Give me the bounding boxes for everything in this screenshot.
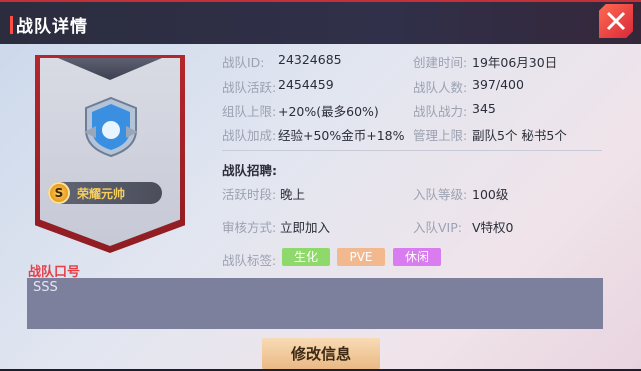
title-accent [10, 16, 13, 34]
close-icon [606, 11, 626, 31]
active-time-label: 活跃时段: [222, 187, 277, 202]
tag-badge: 生化 [282, 248, 330, 266]
join-level-label: 入队等级: [413, 187, 468, 202]
tag-badge: 休闲 [393, 248, 441, 266]
created-value: 19年06月30日 [472, 55, 558, 70]
approval-value: 立即加入 [280, 220, 331, 235]
members-value: 397/400 [472, 77, 524, 92]
rank-coin-icon: S [48, 182, 70, 204]
close-button[interactable] [599, 4, 633, 38]
motto-text: SSS [33, 280, 58, 295]
tags-label: 战队标签: [222, 253, 277, 268]
cap-value: +20%(最多60%) [278, 104, 379, 119]
page-title: 战队详情 [16, 17, 88, 37]
title-bar: 战队详情 [0, 0, 641, 44]
join-level-value: 100级 [472, 187, 509, 202]
rank-badge-icon [84, 96, 138, 158]
activity-label: 战队活跃: [222, 80, 277, 95]
rank-label: 荣耀元帅 [77, 187, 126, 201]
tag-badge: PVE [337, 248, 385, 266]
created-label: 创建时间: [413, 55, 468, 70]
members-label: 战队人数: [413, 80, 468, 95]
edit-info-button[interactable]: 修改信息 [262, 338, 380, 369]
cap-label: 组队上限: [222, 104, 277, 119]
motto-box[interactable] [27, 278, 603, 329]
recruit-title: 战队招聘: [222, 163, 277, 178]
power-label: 战队战力: [413, 104, 468, 119]
bonus-label: 战队加成: [222, 128, 277, 143]
admin-value: 副队5个 秘书5个 [472, 128, 567, 143]
activity-value: 2454459 [278, 77, 334, 92]
active-time-value: 晚上 [280, 187, 306, 202]
team-id-label: 战队ID: [222, 55, 265, 70]
team-id-value: 24324685 [278, 52, 342, 67]
power-value: 345 [472, 101, 496, 116]
approval-label: 审核方式: [222, 220, 277, 235]
join-vip-label: 入队VIP: [413, 220, 462, 235]
join-vip-value: V特权0 [472, 220, 514, 235]
divider [222, 150, 602, 151]
bonus-value: 经验+50%金币+18% [278, 128, 405, 143]
admin-label: 管理上限: [413, 128, 468, 143]
